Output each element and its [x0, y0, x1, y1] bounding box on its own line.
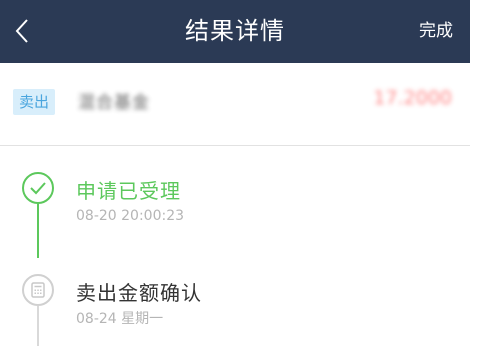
- check-icon: [30, 182, 46, 195]
- calculator-icon: [31, 282, 45, 298]
- progress-timeline: 申请已受理 08-20 20:00:23 卖出金额确认 08-24 星期一: [0, 146, 470, 346]
- step-completed-marker: [22, 172, 54, 204]
- amount-value: 17.2000: [373, 87, 452, 109]
- step-title: 申请已受理: [76, 179, 181, 203]
- page-title: 结果详情: [185, 17, 285, 45]
- step-date: 08-20 20:00:23: [76, 208, 185, 224]
- fund-name: 混合基金: [78, 93, 150, 113]
- step-date: 08-24 星期一: [76, 311, 164, 327]
- done-button[interactable]: 完成: [419, 0, 453, 63]
- step-title: 卖出金额确认: [76, 281, 202, 305]
- timeline-connector-done: [37, 200, 39, 258]
- top-bar: 结果详情 完成: [0, 0, 470, 63]
- timeline-connector-pending: [37, 306, 39, 346]
- order-summary: 卖出 混合基金 17.2000: [0, 63, 470, 146]
- transaction-type-badge: 卖出: [13, 89, 56, 115]
- step-pending-marker: [22, 274, 54, 306]
